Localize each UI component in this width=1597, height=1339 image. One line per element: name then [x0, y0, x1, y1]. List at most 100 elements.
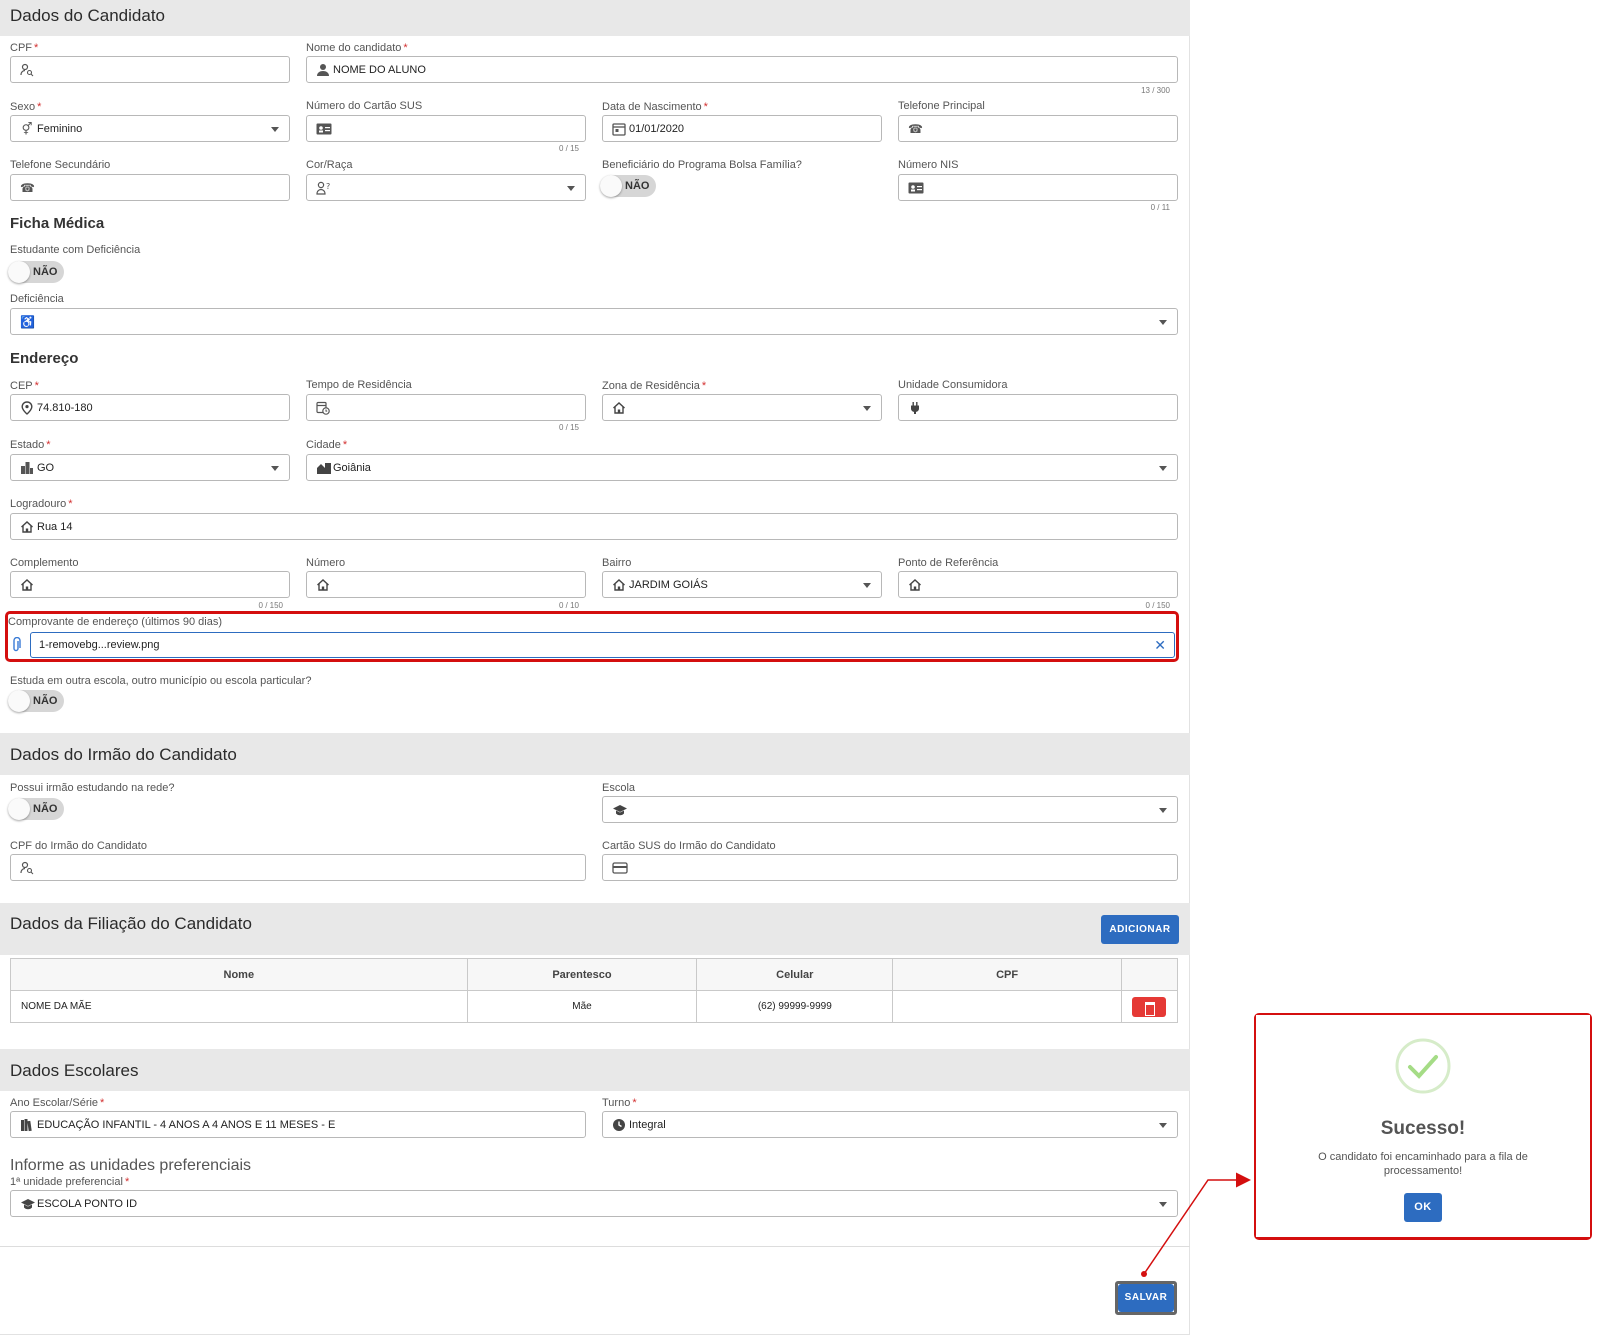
nis-label: Número NIS — [898, 159, 959, 171]
toggle-label: NÃO — [625, 180, 650, 192]
credit-card-icon — [612, 861, 628, 875]
tempo-input[interactable] — [306, 394, 586, 421]
escola-select[interactable] — [602, 796, 1178, 823]
medical-title: Ficha Médica — [10, 215, 105, 232]
bairro-value: JARDIM GOIÁS — [629, 579, 708, 591]
numero-label: Número — [306, 557, 346, 569]
cep-label: CEP * — [10, 380, 39, 392]
unidade1-select[interactable]: ESCOLA PONTO ID — [10, 1190, 1178, 1217]
cidade-select[interactable]: Goiânia — [306, 454, 1178, 481]
deficiente-toggle[interactable]: NÃO — [8, 261, 64, 283]
nis-input[interactable] — [898, 174, 1178, 201]
sexo-select[interactable]: ⚥ Feminino — [10, 115, 290, 142]
tel-secundario-label: Telefone Secundário — [10, 159, 111, 171]
section-filiation: Dados da Filiação do Candidato — [0, 903, 1190, 955]
sus-input[interactable] — [306, 115, 586, 142]
clock-icon — [612, 1118, 626, 1132]
deficiencia-select[interactable]: ♿ — [10, 308, 1178, 335]
chevron-down-icon — [863, 583, 871, 588]
cor-label: Cor/Raça — [306, 159, 353, 171]
sus-label: Número do Cartão SUS — [306, 100, 423, 112]
ano-escolar-select[interactable]: EDUCAÇÃO INFANTIL - 4 ANOS A 4 ANOS E 11… — [10, 1111, 586, 1138]
map-pin-icon — [20, 401, 34, 415]
save-button[interactable]: SALVAR — [1118, 1284, 1174, 1312]
nome-value: NOME DO ALUNO — [333, 64, 426, 76]
zona-label: Zona de Residência * — [602, 380, 707, 392]
tel-principal-input[interactable]: ☎ — [898, 115, 1178, 142]
filiation-table: Nome Parentesco Celular CPF NOME DA MÃE … — [10, 958, 1179, 1023]
logradouro-value: Rua 14 — [37, 521, 73, 533]
cell-nome: NOME DA MÃE — [10, 990, 468, 1023]
tempo-counter: 0 / 15 — [558, 423, 579, 432]
column-header-parentesco: Parentesco — [466, 958, 698, 991]
irmao-rede-label: Possui irmão estudando na rede? — [10, 782, 175, 794]
footer-divider — [0, 1246, 1190, 1247]
outra-escola-toggle[interactable]: NÃO — [8, 690, 64, 712]
chevron-down-icon — [1159, 1123, 1167, 1128]
bairro-select[interactable]: JARDIM GOIÁS — [602, 571, 882, 598]
tel-secundario-input[interactable]: ☎ — [10, 174, 290, 201]
cell-parentesco: Mãe — [466, 990, 698, 1023]
cidade-label: Cidade * — [306, 439, 348, 451]
column-header-celular: Celular — [696, 958, 894, 991]
bairro-label: Bairro — [602, 557, 632, 569]
home-icon — [20, 578, 34, 592]
section-title: Dados Escolares — [10, 1061, 139, 1080]
person-question-icon: ? — [316, 181, 330, 195]
calendar-icon — [612, 122, 626, 136]
nome-label: Nome do candidato * — [306, 42, 408, 54]
comprovante-input[interactable]: 1-removebg...review.png ✕ — [30, 632, 1175, 658]
sus-counter: 0 / 15 — [558, 144, 579, 153]
paperclip-icon[interactable] — [10, 636, 24, 653]
person-icon — [316, 63, 330, 77]
calendar-clock-icon — [316, 401, 330, 415]
numero-input[interactable] — [306, 571, 586, 598]
unidade1-value: ESCOLA PONTO ID — [37, 1198, 138, 1210]
cep-input[interactable]: 74.810-180 — [10, 394, 290, 421]
preferences-title: Informe as unidades preferenciais — [10, 1157, 252, 1174]
home-icon — [908, 578, 922, 592]
nome-input[interactable]: NOME DO ALUNO — [306, 56, 1178, 83]
city-icon — [20, 461, 34, 475]
cell-actions — [1120, 990, 1179, 1023]
clear-icon[interactable]: ✕ — [1154, 638, 1166, 652]
chevron-down-icon — [271, 127, 279, 132]
chevron-down-icon — [1159, 1202, 1167, 1207]
complemento-input[interactable] — [10, 571, 290, 598]
delete-button[interactable] — [1132, 996, 1167, 1017]
logradouro-input[interactable]: Rua 14 — [10, 513, 1178, 540]
tempo-label: Tempo de Residência — [306, 379, 412, 391]
estado-select[interactable]: GO — [10, 454, 290, 481]
dialog-title: Sucesso! — [1380, 1118, 1466, 1139]
cpf-input[interactable] — [10, 56, 290, 83]
add-filiation-button[interactable]: ADICIONAR — [1101, 915, 1179, 944]
referencia-input[interactable] — [898, 571, 1178, 598]
numero-counter: 0 / 10 — [558, 601, 579, 610]
user-search-icon — [20, 63, 34, 77]
cor-select[interactable]: ? — [306, 174, 586, 201]
nome-counter: 13 / 300 — [1141, 86, 1170, 95]
comprovante-label: Comprovante de endereço (últimos 90 dias… — [8, 616, 223, 628]
unidade-consumidora-input[interactable] — [898, 394, 1178, 421]
zona-select[interactable] — [602, 394, 882, 421]
toggle-knob — [8, 690, 30, 712]
sexo-label: Sexo * — [10, 101, 42, 113]
nis-counter: 0 / 11 — [1150, 203, 1170, 212]
estado-label: Estado * — [10, 439, 51, 451]
cpf-irmao-label: CPF do Irmão do Candidato — [10, 840, 147, 852]
irmao-rede-toggle[interactable]: NÃO — [8, 798, 64, 820]
bolsa-toggle[interactable]: NÃO — [600, 175, 656, 197]
comprovante-value: 1-removebg...review.png — [39, 639, 160, 651]
turno-select[interactable]: Integral — [602, 1111, 1178, 1138]
nascimento-value: 01/01/2020 — [629, 123, 685, 135]
chevron-down-icon — [1159, 466, 1167, 471]
chevron-down-icon — [863, 406, 871, 411]
ok-button[interactable]: OK — [1404, 1193, 1442, 1222]
sus-irmao-input[interactable] — [602, 854, 1178, 881]
cpf-irmao-input[interactable] — [10, 854, 586, 881]
nascimento-input[interactable]: 01/01/2020 — [602, 115, 882, 142]
ano-escolar-value: EDUCAÇÃO INFANTIL - 4 ANOS A 4 ANOS E 11… — [37, 1119, 336, 1131]
section-candidate: Dados do Candidato — [0, 0, 1190, 36]
chevron-down-icon — [271, 466, 279, 471]
toggle-label: NÃO — [33, 803, 58, 815]
